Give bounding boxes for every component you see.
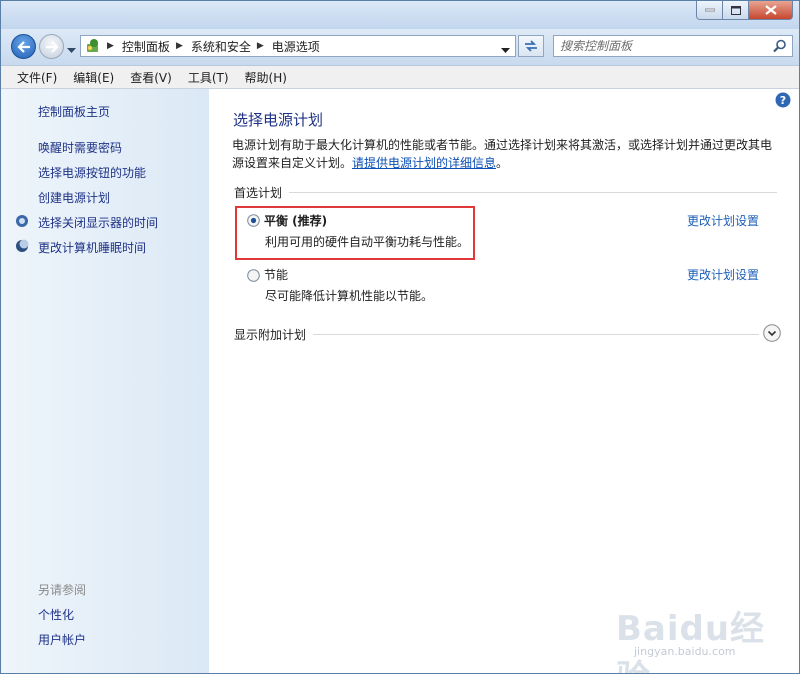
sleep-moon-icon	[16, 239, 29, 252]
close-icon	[764, 5, 777, 15]
breadcrumb-system-security[interactable]: 系统和安全	[191, 38, 251, 55]
watermark-url: jingyan.baidu.com	[634, 645, 736, 658]
maximize-icon	[730, 5, 741, 15]
preferred-plans-divider	[289, 192, 777, 193]
sidebar-item-wake-password[interactable]: 唤醒时需要密码	[38, 139, 122, 156]
breadcrumb-separator-icon[interactable]: ▶	[257, 41, 264, 51]
svg-text:?: ?	[780, 94, 786, 107]
plan-balanced-name[interactable]: 平衡 (推荐)	[264, 212, 327, 229]
breadcrumb-separator-icon[interactable]: ▶	[107, 41, 114, 51]
refresh-icon	[525, 40, 537, 52]
additional-plans-divider	[313, 334, 759, 335]
monitor-icon	[16, 215, 28, 227]
breadcrumb: ▶ 控制面板 ▶ 系统和安全 ▶ 电源选项	[105, 38, 320, 55]
recent-pages-dropdown[interactable]	[67, 43, 76, 57]
sidebar-home-link[interactable]: 控制面板主页	[38, 103, 110, 120]
sidebar-item-sleep-time[interactable]: 更改计算机睡眠时间	[38, 239, 146, 256]
search-box	[553, 35, 793, 57]
watermark: Baidu经验 jingyan.baidu.com	[616, 601, 766, 673]
radio-power-saver[interactable]	[247, 269, 260, 282]
minimize-button[interactable]	[696, 1, 723, 20]
additional-plans-header[interactable]: 显示附加计划	[234, 326, 306, 343]
menu-edit[interactable]: 编辑(E)	[67, 69, 120, 86]
plan-details-link[interactable]: 请提供电源计划的详细信息	[352, 156, 496, 170]
control-panel-icon	[87, 39, 98, 52]
sidebar-item-power-buttons[interactable]: 选择电源按钮的功能	[38, 164, 146, 181]
caption-buttons	[696, 1, 793, 20]
maximize-button[interactable]	[723, 1, 749, 20]
plan-power-saver-name[interactable]: 节能	[264, 266, 288, 283]
menu-tools[interactable]: 工具(T)	[182, 69, 235, 86]
close-button[interactable]	[749, 1, 793, 20]
sidebar-item-personalize[interactable]: 个性化	[38, 606, 74, 623]
menu-file[interactable]: 文件(F)	[11, 69, 63, 86]
chevron-down-icon	[501, 48, 510, 53]
plan-balanced-desc: 利用可用的硬件自动平衡功耗与性能。	[265, 235, 470, 249]
see-also-caption: 另请参阅	[38, 583, 87, 597]
sidebar-item-display-off-time[interactable]: 选择关闭显示器的时间	[38, 214, 158, 231]
search-icon[interactable]	[773, 39, 787, 53]
radio-balanced[interactable]	[247, 214, 260, 227]
address-bar[interactable]: ▶ 控制面板 ▶ 系统和安全 ▶ 电源选项	[80, 35, 516, 57]
description-end: 。	[496, 156, 509, 170]
sidebar-item-user-accounts[interactable]: 用户帐户	[38, 631, 86, 648]
minimize-icon	[704, 8, 715, 12]
plan-power-saver-desc: 尽可能降低计算机性能以节能。	[265, 289, 434, 303]
address-dropdown[interactable]	[501, 43, 510, 57]
expand-chevron-icon[interactable]	[763, 324, 781, 342]
page-title: 选择电源计划	[233, 111, 324, 129]
breadcrumb-separator-icon[interactable]: ▶	[176, 41, 183, 51]
help-icon[interactable]: ?	[775, 92, 791, 108]
preferred-plans-header: 首选计划	[234, 186, 283, 200]
arrow-left-icon	[16, 40, 30, 53]
breadcrumb-control-panel[interactable]: 控制面板	[122, 38, 170, 55]
arrow-right-icon	[45, 40, 59, 53]
window: ▶ 控制面板 ▶ 系统和安全 ▶ 电源选项 文件(F)	[0, 0, 800, 674]
main-content: ? 选择电源计划 电源计划有助于最大化计算机的性能或者节能。通过选择计划来将其激…	[209, 89, 799, 673]
sidebar: 控制面板主页 唤醒时需要密码 选择电源按钮的功能 创建电源计划 选择关闭显示器的…	[1, 89, 209, 673]
menu-help[interactable]: 帮助(H)	[239, 69, 293, 86]
breadcrumb-power-options[interactable]: 电源选项	[272, 38, 320, 55]
back-button[interactable]	[11, 34, 36, 59]
title-bar	[1, 1, 799, 29]
forward-button[interactable]	[39, 34, 64, 59]
plan-power-saver-settings-link[interactable]: 更改计划设置	[687, 266, 759, 283]
plan-balanced-settings-link[interactable]: 更改计划设置	[687, 212, 759, 229]
sidebar-item-create-plan[interactable]: 创建电源计划	[38, 189, 110, 206]
search-input[interactable]	[560, 37, 760, 55]
menu-bar: 文件(F) 编辑(E) 查看(V) 工具(T) 帮助(H)	[1, 65, 799, 89]
page-description: 电源计划有助于最大化计算机的性能或者节能。通过选择计划来将其激活，或选择计划并通…	[232, 136, 777, 172]
chevron-down-icon	[67, 48, 76, 53]
refresh-button[interactable]	[518, 35, 544, 57]
address-row: ▶ 控制面板 ▶ 系统和安全 ▶ 电源选项	[1, 29, 799, 65]
watermark-text: Baidu经验	[616, 609, 766, 673]
menu-view[interactable]: 查看(V)	[124, 69, 178, 86]
